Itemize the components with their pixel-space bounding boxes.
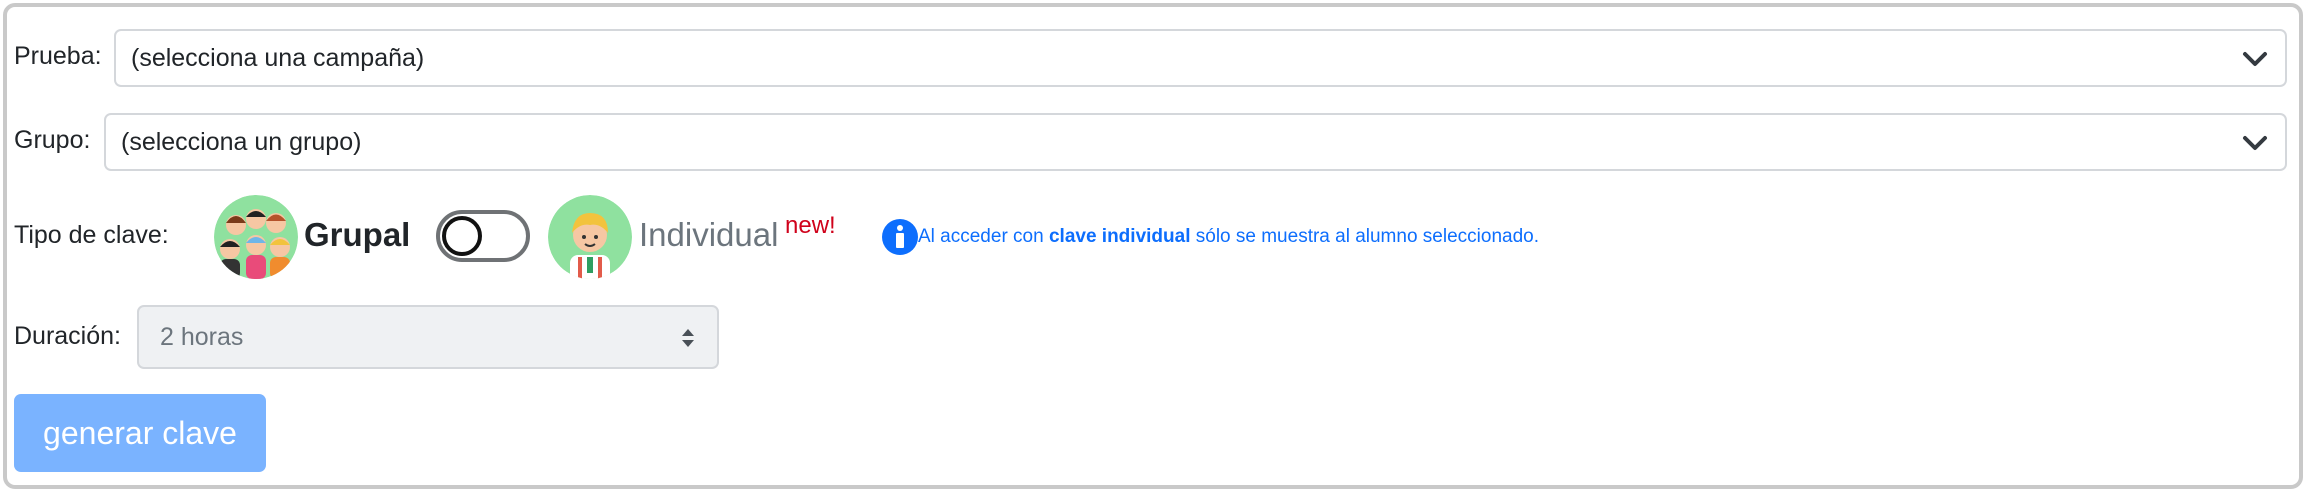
grupo-select[interactable]: (selecciona un grupo) [104, 113, 2287, 171]
clave-type-toggle[interactable] [436, 210, 530, 262]
info-suffix: sólo se muestra al alumno seleccionado. [1190, 226, 1539, 247]
toggle-knob [442, 216, 482, 256]
individual-label: Individual [639, 216, 779, 253]
tipo-row: Tipo de clave: [14, 221, 169, 250]
grupal-label: Grupal [304, 216, 411, 253]
grupo-selected: (selecciona un grupo) [121, 127, 362, 156]
chevron-down-icon [2243, 136, 2267, 150]
chevron-down-icon [2243, 52, 2267, 66]
prueba-row: Prueba: [14, 42, 102, 71]
info-circle-icon [882, 219, 918, 255]
up-down-icon [682, 329, 694, 347]
new-badge: new! [785, 212, 836, 239]
duracion-row: Duración: [14, 322, 121, 351]
duracion-select[interactable]: 2 horas [137, 305, 719, 369]
duracion-selected: 2 horas [160, 322, 244, 351]
student-avatar-icon [548, 195, 632, 279]
grupo-label: Grupo: [14, 126, 91, 154]
grupo-row: Grupo: [14, 126, 90, 155]
individual-info-text: Al acceder con clave individual sólo se … [918, 226, 1539, 248]
prueba-selected: (selecciona una campaña) [131, 43, 425, 72]
prueba-select[interactable]: (selecciona una campaña) [114, 29, 2287, 87]
generate-key-button[interactable]: generar clave [14, 394, 266, 472]
info-bold: clave individual [1048, 226, 1191, 247]
group-avatar-icon [214, 195, 298, 279]
prueba-label: Prueba: [14, 42, 102, 70]
info-prefix: Al acceder con [918, 226, 1049, 247]
tipo-label: Tipo de clave: [14, 221, 169, 249]
duracion-label: Duración: [14, 322, 121, 350]
